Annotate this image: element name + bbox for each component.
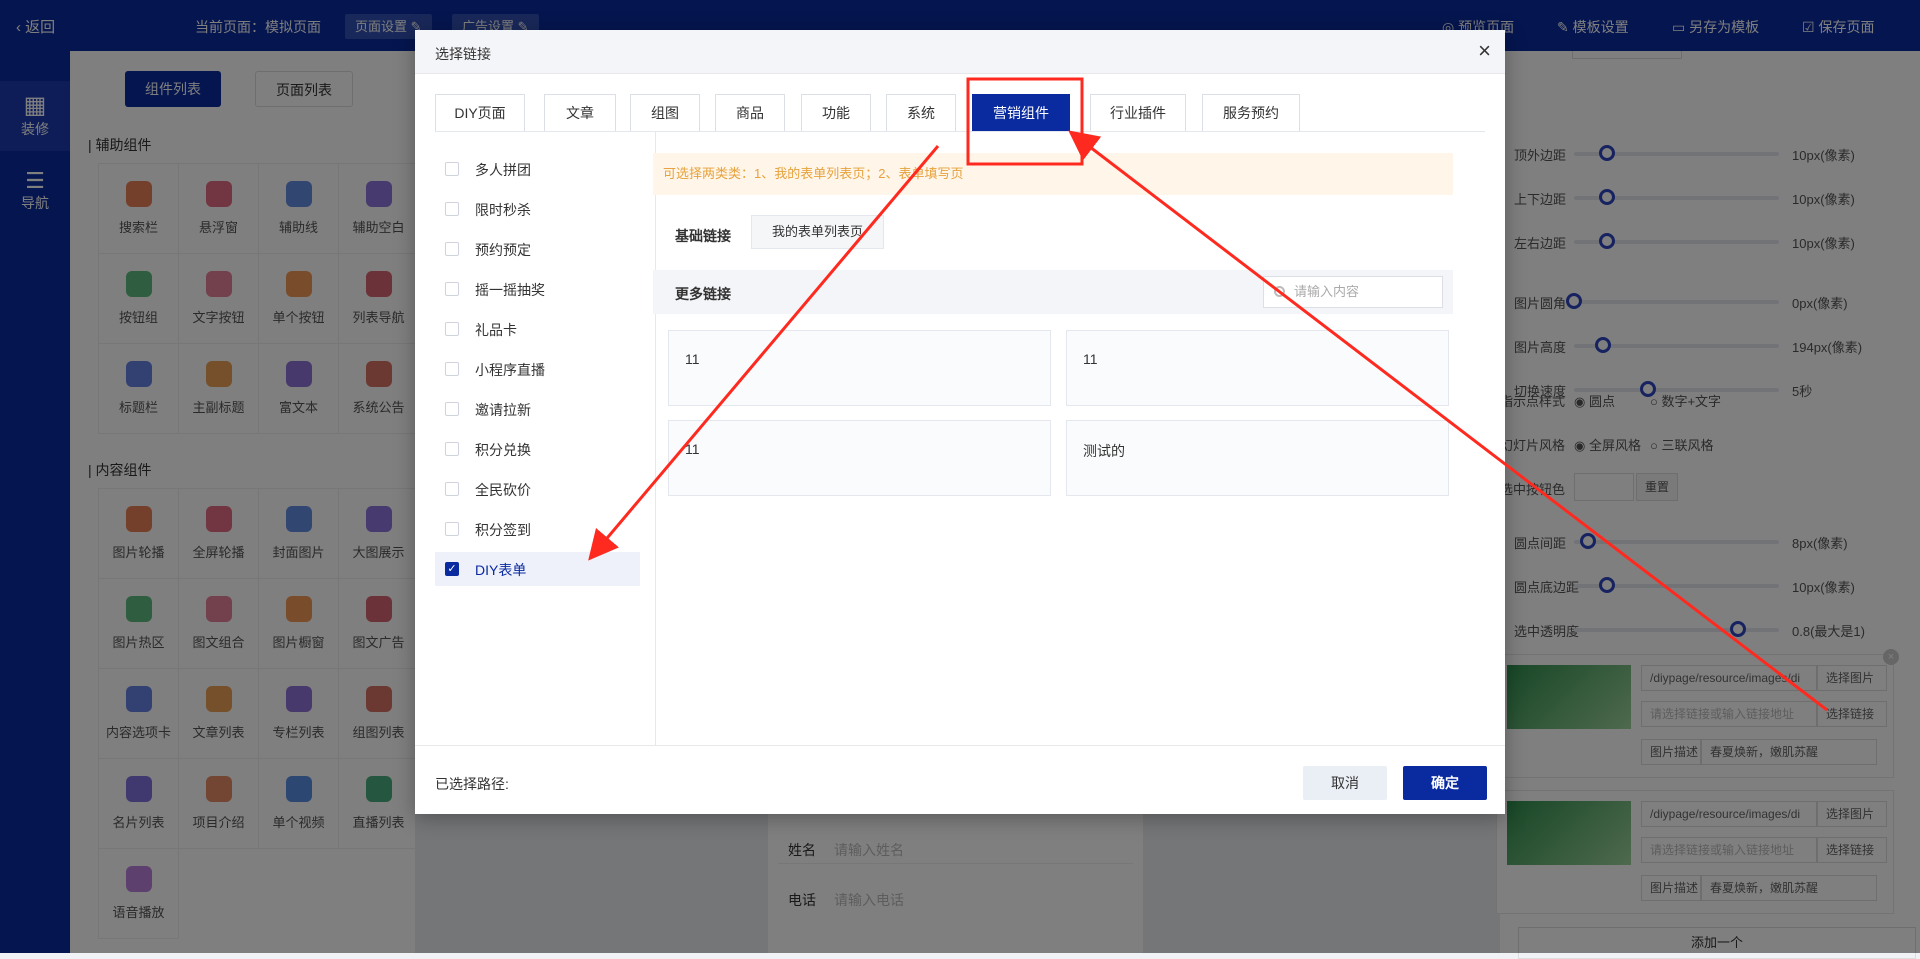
- category-item[interactable]: 多人拼团: [435, 152, 640, 186]
- category-item[interactable]: 限时秒杀: [435, 192, 640, 226]
- link-type-tab[interactable]: 系统: [886, 94, 956, 132]
- search-placeholder: 请输入内容: [1294, 284, 1360, 299]
- tab-divider: [435, 131, 1485, 132]
- link-type-tab[interactable]: 功能: [801, 94, 871, 132]
- selected-path-label: 已选择路径:: [435, 776, 509, 792]
- link-type-tab[interactable]: 文章: [544, 94, 616, 132]
- category-item[interactable]: 礼品卡: [435, 312, 640, 346]
- cancel-button[interactable]: 取消: [1303, 766, 1387, 800]
- category-item[interactable]: 全民砍价: [435, 472, 640, 506]
- category-label: DIY表单: [475, 562, 527, 578]
- search-input[interactable]: 请输入内容: [1263, 276, 1443, 308]
- checkbox[interactable]: [445, 362, 459, 376]
- link-type-tab[interactable]: 服务预约: [1202, 94, 1300, 132]
- notice-banner: 可选择两类类：1、我的表单列表页；2、表单填写页: [653, 153, 1453, 195]
- link-type-tab[interactable]: 行业插件: [1090, 94, 1186, 132]
- category-item[interactable]: 摇一摇抽奖: [435, 272, 640, 306]
- select-link-dialog: 选择链接 × DIY页面 文章 组图 商品 功能 系统 营销组件 行业插件 服务预约 多人拼团限…: [415, 30, 1505, 814]
- category-item[interactable]: 小程序直播: [435, 352, 640, 386]
- category-item[interactable]: 积分签到: [435, 512, 640, 546]
- category-label: 全民砍价: [475, 482, 531, 498]
- link-type-tab[interactable]: 营销组件: [972, 94, 1070, 132]
- category-item[interactable]: ✓ DIY表单: [435, 552, 640, 586]
- category-label: 礼品卡: [475, 322, 517, 338]
- checkbox[interactable]: [445, 322, 459, 336]
- confirm-button[interactable]: 确定: [1403, 766, 1487, 800]
- category-label: 预约预定: [475, 242, 531, 258]
- dialog-header: 选择链接 ×: [415, 30, 1505, 74]
- category-label: 限时秒杀: [475, 202, 531, 218]
- dialog-footer: 已选择路径: 取消 确定: [415, 745, 1505, 814]
- link-card[interactable]: 11: [668, 420, 1051, 496]
- link-card[interactable]: 测试的: [1066, 420, 1449, 496]
- checkbox[interactable]: [445, 522, 459, 536]
- category-item[interactable]: 积分兑换: [435, 432, 640, 466]
- search-icon: [1274, 286, 1285, 297]
- checkbox[interactable]: [445, 442, 459, 456]
- category-label: 积分签到: [475, 522, 531, 538]
- checkbox[interactable]: [445, 482, 459, 496]
- checkbox[interactable]: [445, 242, 459, 256]
- link-type-tab[interactable]: 商品: [715, 94, 785, 132]
- close-icon[interactable]: ×: [1478, 38, 1491, 64]
- link-card[interactable]: 11: [1066, 330, 1449, 406]
- checkbox[interactable]: [445, 402, 459, 416]
- checkbox[interactable]: [445, 202, 459, 216]
- more-links-label: 更多链接: [675, 286, 731, 302]
- basic-link-option[interactable]: 我的表单列表页: [751, 215, 885, 249]
- checkbox[interactable]: [445, 282, 459, 296]
- basic-link-label: 基础链接: [675, 228, 731, 244]
- checkbox[interactable]: [445, 162, 459, 176]
- category-item[interactable]: 邀请拉新: [435, 392, 640, 426]
- link-card[interactable]: 11: [668, 330, 1051, 406]
- dialog-title: 选择链接: [435, 46, 491, 62]
- category-label: 邀请拉新: [475, 402, 531, 418]
- checkbox[interactable]: ✓: [445, 562, 459, 576]
- more-links-bar: 更多链接 请输入内容: [653, 270, 1453, 314]
- category-label: 多人拼团: [475, 162, 531, 178]
- category-label: 小程序直播: [475, 362, 545, 378]
- link-type-tab[interactable]: 组图: [630, 94, 700, 132]
- link-type-tab[interactable]: DIY页面: [435, 94, 525, 132]
- category-label: 摇一摇抽奖: [475, 282, 545, 298]
- column-divider: [655, 132, 656, 745]
- category-label: 积分兑换: [475, 442, 531, 458]
- category-item[interactable]: 预约预定: [435, 232, 640, 266]
